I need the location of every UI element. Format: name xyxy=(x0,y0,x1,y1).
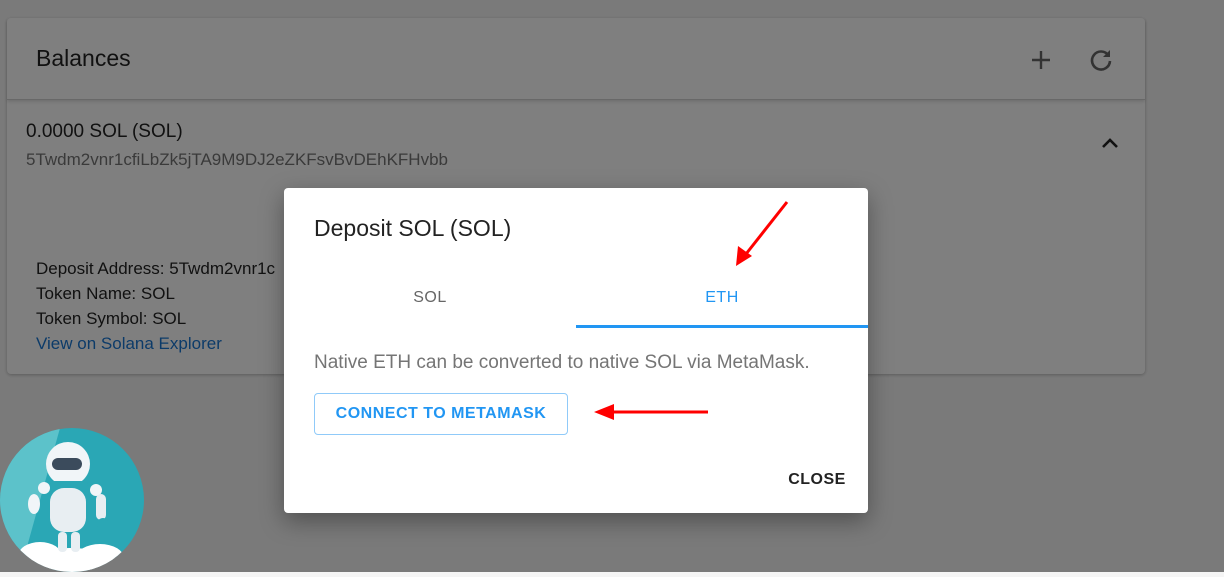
tab-eth[interactable]: ETH xyxy=(576,268,868,328)
connect-metamask-button[interactable]: CONNECT TO METAMASK xyxy=(314,393,568,435)
dialog-message: Native ETH can be converted to native SO… xyxy=(314,352,810,373)
mascot-logo xyxy=(0,428,144,572)
deposit-dialog: Deposit SOL (SOL) SOL ETH Native ETH can… xyxy=(284,188,868,513)
dialog-title: Deposit SOL (SOL) xyxy=(314,215,512,241)
tab-sol[interactable]: SOL xyxy=(284,268,576,328)
close-button[interactable]: CLOSE xyxy=(780,463,854,497)
tab-indicator xyxy=(576,325,868,328)
